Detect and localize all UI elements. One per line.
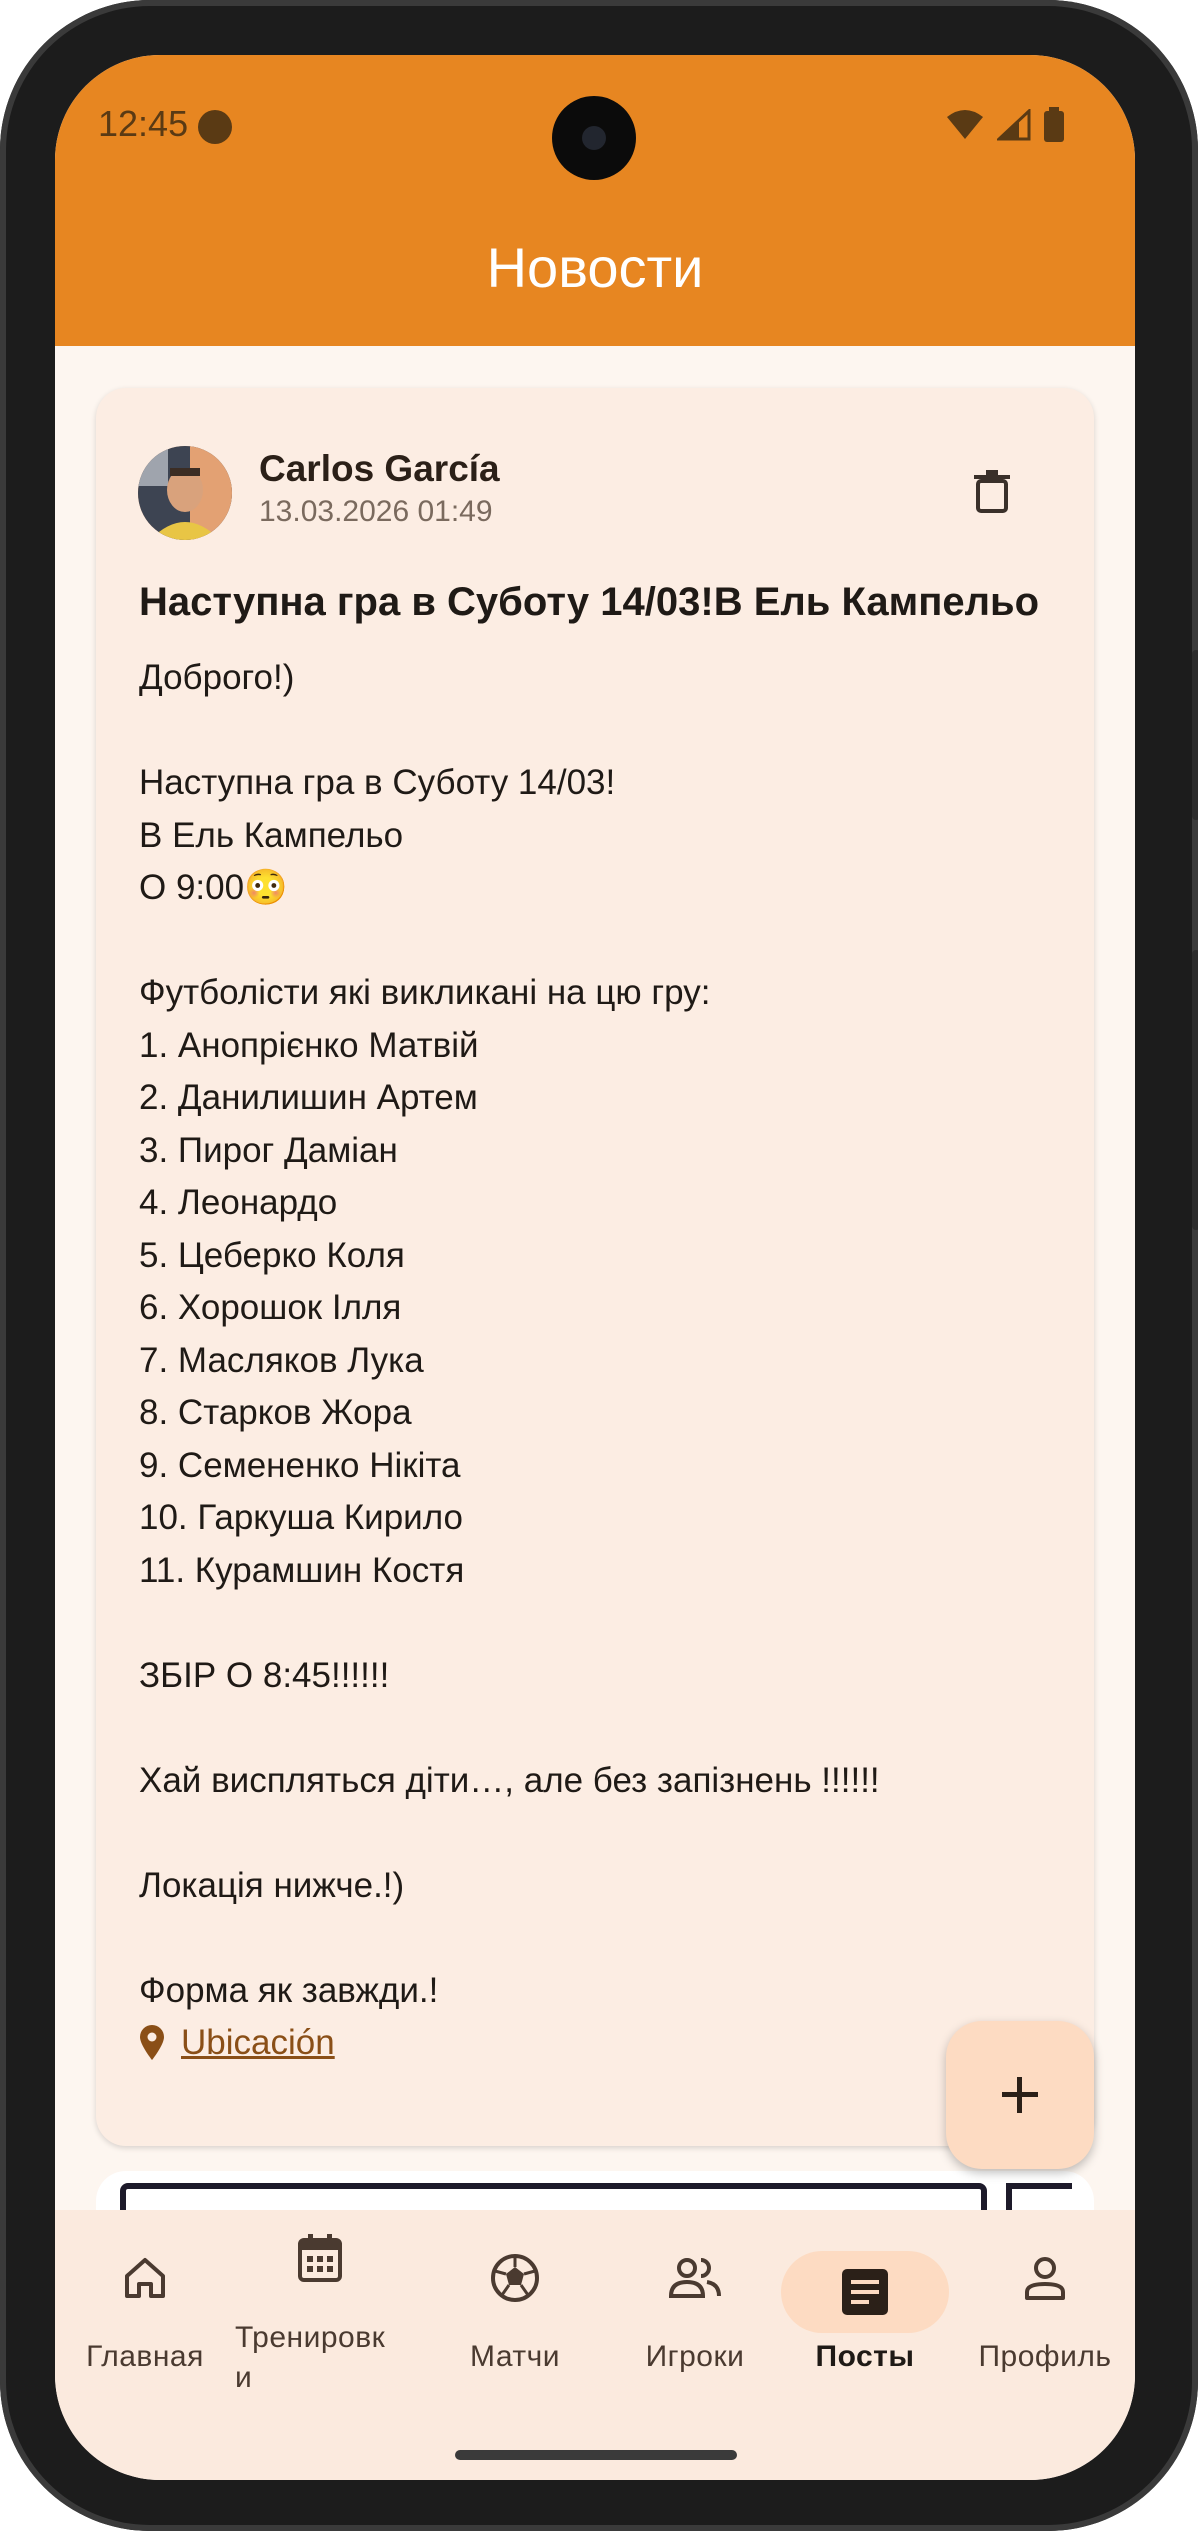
post-body-line: 7. Масляков Лука <box>139 1340 424 1380</box>
post-body-line: Наступна гра в Суботу 14/03! <box>139 763 616 802</box>
post-body-line: Хай висплятьcя діти…, але без запізнень … <box>139 1760 880 1800</box>
plus-icon <box>1002 2077 1038 2113</box>
wifi-icon <box>947 110 983 139</box>
post-body-line: 8. Старков Жора <box>139 1393 412 1432</box>
delete-button[interactable] <box>952 451 1032 531</box>
add-post-button[interactable] <box>946 2021 1094 2169</box>
post-body-line: 9. Семененко Нікіта <box>139 1445 461 1485</box>
post-body-line <box>139 915 1059 968</box>
post-body-line: О 9:00😳 <box>139 868 288 907</box>
camera-cutout <box>552 96 636 180</box>
nav-item-posts[interactable]: Посты <box>781 2210 949 2410</box>
post-body-line <box>139 1597 1059 1650</box>
bottom-navigation: Главная Тренировк и Матчи Игроки Посты П… <box>55 2210 1135 2480</box>
nav-label-home: Главная <box>86 2340 204 2373</box>
nav-item-profile[interactable]: Профиль <box>970 2210 1120 2410</box>
post-body-line: 1. Анопрієнко Матвій <box>139 1025 479 1065</box>
post-body-line <box>139 705 1059 758</box>
post-body-line <box>139 1807 1059 1860</box>
author-name: Carlos García <box>259 448 500 489</box>
post-body-line: ЗБІР О 8:45!!!!!! <box>139 1655 390 1695</box>
post-body-line: 3. Пирог Даміан <box>139 1130 398 1170</box>
post-body-line: Форма як завжди.! <box>139 1970 439 2010</box>
nav-item-players[interactable]: Игроки <box>620 2210 770 2410</box>
trash-icon <box>974 470 1010 513</box>
soccer-ball-icon <box>483 2246 547 2310</box>
notification-dot-icon <box>198 110 232 144</box>
battery-icon <box>1044 107 1064 142</box>
post-body-line: В Ель Кампельо <box>139 815 404 855</box>
home-indicator[interactable] <box>455 2450 737 2460</box>
calendar-icon <box>288 2226 352 2290</box>
post-body-line: 4. Леонардо <box>139 1183 338 1222</box>
nav-item-trainings[interactable]: Тренировк и <box>235 2210 405 2410</box>
nav-label-profile: Профиль <box>978 2340 1112 2373</box>
nav-item-home[interactable]: Главная <box>75 2210 215 2410</box>
status-time: 12:45 <box>98 103 189 144</box>
post-body-line: 6. Хорошок Ілля <box>139 1288 402 1327</box>
person-icon <box>1013 2246 1077 2310</box>
nav-label-posts: Посты <box>815 2340 915 2373</box>
page-title: Новости <box>486 236 704 299</box>
status-icons <box>945 107 1065 143</box>
power-button <box>1192 950 1198 1230</box>
nav-label-matches: Матчи <box>470 2340 560 2373</box>
avatar[interactable] <box>138 446 232 540</box>
location-pin-icon <box>140 2025 164 2060</box>
article-icon <box>833 2260 897 2324</box>
post-title: Наступна гра в Суботу 14/03!В Ель Кампел… <box>139 580 1040 624</box>
post-body: Доброго!) Наступна гра в Суботу 14/03! В Е… <box>139 652 1059 2017</box>
signal-icon <box>997 109 1031 141</box>
location-link[interactable]: Ubicación <box>139 2023 335 2063</box>
avatar-photo-icon <box>138 446 232 540</box>
post-body-line <box>139 1702 1059 1755</box>
nav-label-trainings: Тренировк и <box>235 2321 386 2394</box>
screen: 12:45 Новости Carlos García 13.03.2026 0… <box>55 55 1135 2480</box>
post-body-line: 5. Цеберко Коля <box>139 1235 405 1275</box>
location-label[interactable]: Ubicación <box>181 2023 335 2063</box>
nav-item-matches[interactable]: Матчи <box>440 2210 590 2410</box>
post-body-line: 10. Гаркуша Кирило <box>139 1498 464 1537</box>
app-bar: 12:45 Новости <box>55 55 1135 346</box>
post-card: Carlos García 13.03.2026 01:49 Наступна … <box>96 388 1094 2146</box>
home-icon <box>113 2246 177 2310</box>
volume-button <box>1192 650 1198 820</box>
people-icon <box>663 2246 727 2310</box>
post-body-line: 11. Курамшин Костя <box>139 1550 465 1590</box>
nav-label-players: Игроки <box>645 2340 745 2373</box>
post-date: 13.03.2026 01:49 <box>259 495 493 528</box>
post-body-line: Доброго!) <box>139 658 295 697</box>
post-body-line: 2. Данилишин Артем <box>139 1078 478 1117</box>
post-body-line: Футболісти які викликані на цю гру: <box>139 973 711 1012</box>
post-body-line: Локація нижче.!) <box>139 1865 405 1905</box>
post-body-line <box>139 1912 1059 1965</box>
